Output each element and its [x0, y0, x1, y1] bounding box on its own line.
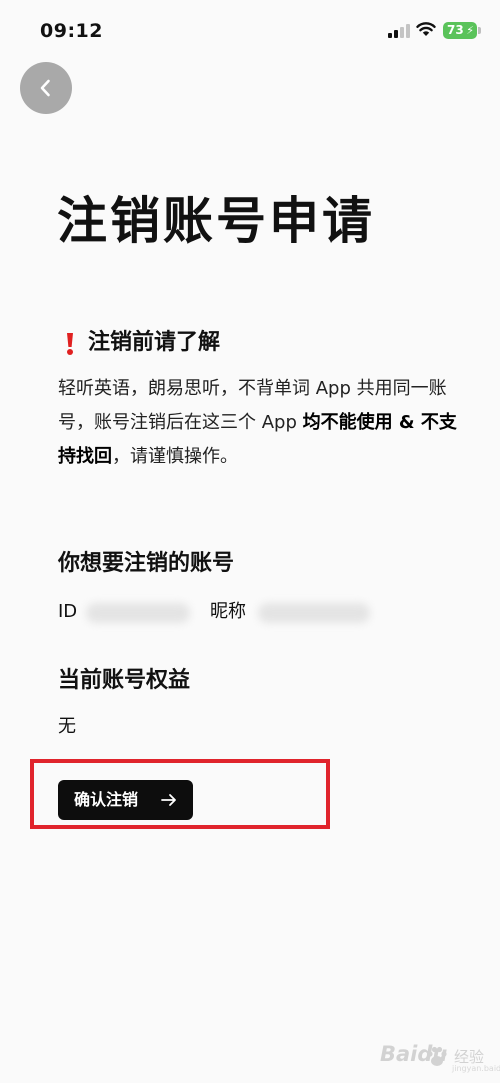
notice-amp: &: [392, 412, 421, 433]
back-button[interactable]: [20, 62, 72, 114]
notice-title: 注销前请了解: [88, 330, 221, 355]
status-bar: 09:12 73 ⚡: [0, 0, 500, 60]
benefits-value: 无: [58, 716, 76, 737]
nickname-label: 昵称: [210, 601, 246, 622]
battery-icon: 73 ⚡: [443, 22, 477, 39]
watermark: Baidu 经验 jingyan.baidu.com: [380, 1038, 500, 1078]
watermark-subtext: jingyan.baidu.com: [452, 1064, 500, 1073]
battery-level: 73: [447, 23, 464, 37]
back-icon: [40, 79, 50, 97]
battery-cap: [478, 27, 481, 34]
notice-bold-1: 均不能使用: [302, 412, 393, 433]
charging-bolt-icon: ⚡: [466, 24, 474, 37]
page-title: 注销账号申请: [57, 192, 375, 250]
nickname-value-blurred: [258, 603, 370, 623]
arrow-right-icon: [161, 794, 176, 806]
paw-icon: [427, 1046, 447, 1066]
id-label: ID: [58, 601, 78, 622]
id-value-blurred: [86, 603, 190, 623]
confirm-deregister-button[interactable]: 确认注销: [58, 780, 193, 820]
confirm-button-label: 确认注销: [74, 790, 139, 809]
status-time: 09:12: [40, 20, 103, 42]
notice-text-2: ，请谨慎操作。: [112, 446, 238, 467]
wifi-icon: [416, 22, 436, 36]
signal-icon: [388, 24, 410, 38]
exclamation-icon: [67, 333, 73, 355]
notice-body: 轻听英语，朗易思听，不背单词 App 共用同一账号，账号注销后在这三个 App …: [58, 372, 458, 474]
account-info-row: ID 昵称: [58, 597, 388, 627]
benefits-heading: 当前账号权益: [58, 668, 191, 693]
account-heading: 你想要注销的账号: [58, 551, 235, 576]
